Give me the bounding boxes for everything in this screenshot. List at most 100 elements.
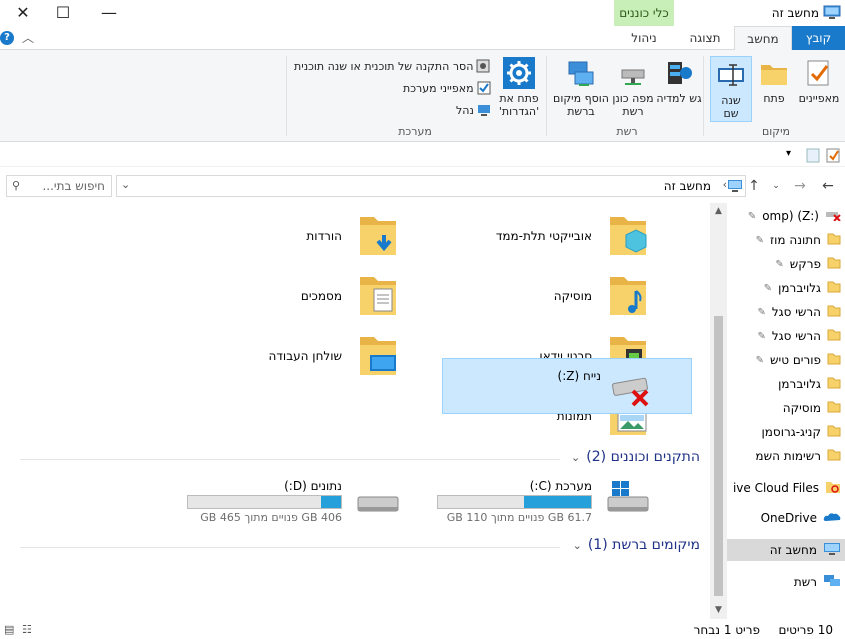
nav-item[interactable]: פרקש ✎ xyxy=(775,253,845,275)
up-arrow-icon[interactable]: ↑ xyxy=(744,176,764,196)
address-bar[interactable]: › מחשב זה ⌄ ↻ xyxy=(95,175,746,197)
folder-icon xyxy=(827,329,841,344)
documents-icon xyxy=(356,273,400,319)
folder-icon xyxy=(827,353,841,368)
nav-item[interactable]: OneDrive xyxy=(761,507,845,529)
add-network-location-button[interactable]: הוסף מיקום ברשת xyxy=(552,56,610,118)
section-title: התקנים וכוננים (2) xyxy=(586,449,700,465)
folder-documents[interactable]: מסמכים xyxy=(301,273,400,319)
open-settings-button[interactable]: פתח את 'הגדרות' xyxy=(496,56,542,118)
search-icon: ⚲ xyxy=(12,179,21,192)
nav-item[interactable]: מוסיקה xyxy=(783,397,845,419)
help-icon[interactable]: ? xyxy=(0,31,14,45)
nav-item[interactable]: הרשי סגל ✎ xyxy=(757,301,845,323)
status-bar: 10 פריטים פריט 1 נבחר ▤ ☷ xyxy=(0,619,845,639)
drive-usage-bar xyxy=(437,495,592,509)
close-icon: ✕ xyxy=(16,2,30,22)
manage-command[interactable]: נהל xyxy=(456,101,491,119)
folder-desktop[interactable]: שולחן העבודה xyxy=(269,333,400,379)
details-view-icon[interactable]: ▤ xyxy=(4,623,14,636)
minimize-button[interactable]: — xyxy=(86,0,132,24)
drive-info: מערכת (C:) 61.7 GB פנויים מתוך 110 GB xyxy=(437,479,592,524)
nav-item[interactable]: רשת xyxy=(794,571,845,593)
nav-item[interactable]: פורים טיש ✎ xyxy=(756,349,845,371)
drive-d[interactable]: נתונים (D:) 406 GB פנויים מתוך 465 GB xyxy=(187,479,400,524)
context-tab-label: כלי כוננים xyxy=(614,0,674,26)
back-arrow-icon[interactable]: ← xyxy=(818,176,838,196)
scroll-down-icon[interactable]: ▼ xyxy=(710,602,727,619)
tab-file[interactable]: קובץ xyxy=(792,26,845,50)
folder-music[interactable]: מוסיקה xyxy=(554,273,650,319)
nav-item[interactable]: הרשי סגל ✎ xyxy=(757,325,845,347)
title-bar: ✕ ☐ — כלי כוננים מחשב זה xyxy=(0,0,845,26)
uninstall-icon xyxy=(476,59,490,73)
tab-computer[interactable]: מחשב xyxy=(734,26,792,51)
collapse-chevron-icon[interactable]: ⌄ xyxy=(571,451,580,464)
this-pc-icon xyxy=(823,5,841,19)
drive-name: נתונים (D:) xyxy=(284,479,342,493)
disconnected-drive-icon xyxy=(825,209,841,224)
collapse-chevron-icon[interactable]: ⌄ xyxy=(573,539,582,552)
customize-qat-icon[interactable]: ▾ xyxy=(786,148,791,159)
network-drive-name: נייח (Z:) xyxy=(557,369,601,383)
properties-icon[interactable] xyxy=(826,148,841,163)
folder-3d-objects[interactable]: אובייקטי תלת-ממד xyxy=(496,213,650,259)
folder-icon xyxy=(827,305,841,320)
uninstall-program-command[interactable]: הסר התקנה של תוכנית או שנה תוכנית xyxy=(294,57,490,75)
map-drive-icon xyxy=(617,56,649,90)
drive-free-space: 406 GB פנויים מתוך 465 GB xyxy=(200,511,342,524)
section-header-network-locations[interactable]: מיקומים ברשת (1) ⌄ xyxy=(573,537,700,553)
system-properties-command[interactable]: מאפייני מערכת xyxy=(403,79,491,97)
3d-objects-icon xyxy=(606,213,650,259)
add-location-icon xyxy=(565,56,597,90)
nav-item-label: ive Cloud Files xyxy=(732,481,819,495)
folder-label: אובייקטי תלת-ממד xyxy=(495,229,592,243)
breadcrumb-chevron-icon[interactable]: › xyxy=(723,178,727,191)
drive-c[interactable]: מערכת (C:) 61.7 GB פנויים מתוך 110 GB xyxy=(437,479,650,524)
nav-item-label: omp) (Z:) xyxy=(762,209,819,223)
nav-item[interactable]: חתונה מוז ✎ xyxy=(756,229,845,251)
quick-access-toolbar: ▾ xyxy=(0,145,845,167)
scroll-up-icon[interactable]: ▲ xyxy=(710,203,727,220)
rename-label: שנה שם xyxy=(721,94,741,120)
open-label: פתח xyxy=(763,92,785,105)
nav-item[interactable]: גלויברמן xyxy=(778,373,845,395)
rename-button[interactable]: שנה שם xyxy=(710,56,752,122)
nav-item[interactable]: גלויברמן ✎ xyxy=(764,277,845,299)
access-media-button[interactable]: גש למדיה xyxy=(656,56,702,105)
section-header-devices[interactable]: התקנים וכוננים (2) ⌄ xyxy=(571,449,700,465)
recent-chevron-icon[interactable]: ⌄ xyxy=(766,176,786,196)
tab-view[interactable]: תצוגה xyxy=(676,26,734,50)
tab-manage[interactable]: ניהול xyxy=(614,26,674,50)
pin-icon: ✎ xyxy=(747,210,757,222)
nav-item[interactable]: רשימות השמ xyxy=(755,445,845,467)
address-dropdown-icon[interactable]: ⌄ xyxy=(121,178,130,191)
downloads-icon xyxy=(356,213,400,259)
nav-item-label: רשת xyxy=(793,575,817,589)
drive-usage-fill xyxy=(321,496,341,508)
properties-button[interactable]: מאפיינים xyxy=(796,56,842,105)
collapse-ribbon-icon[interactable]: ︿ xyxy=(22,29,34,46)
forward-arrow-icon[interactable]: → xyxy=(790,176,810,196)
folder-downloads[interactable]: הורדות xyxy=(306,213,400,259)
folder-icon xyxy=(827,425,841,440)
scroll-thumb[interactable] xyxy=(714,316,723,596)
nav-item[interactable]: omp) (Z:) ✎ xyxy=(748,205,845,227)
nav-item-label: הרשי סגל xyxy=(771,305,821,319)
nav-item[interactable]: מחשב זה xyxy=(727,539,845,561)
new-folder-icon[interactable] xyxy=(806,148,821,163)
open-button[interactable]: פתח xyxy=(756,56,792,105)
network-drive-z[interactable]: נייח (Z:) xyxy=(442,358,692,414)
map-network-drive-button[interactable]: מפה כונן רשת xyxy=(610,56,656,118)
maximize-button[interactable]: ☐ xyxy=(40,0,86,24)
pin-icon: ✎ xyxy=(757,306,766,318)
disconnected-drive-icon xyxy=(612,377,649,407)
nav-item[interactable]: ive Cloud Files xyxy=(733,477,845,499)
computer-management-icon xyxy=(477,105,490,116)
large-icons-view-icon[interactable]: ☷ xyxy=(22,623,32,636)
nav-item[interactable]: קניג-גרוסמן xyxy=(762,421,845,443)
settings-gear-icon xyxy=(503,56,535,90)
content-scrollbar[interactable]: ▲ ▼ xyxy=(710,203,727,619)
search-input[interactable] xyxy=(6,175,112,197)
navigation-bar: ← → ⌄ ↑ › מחשב זה ⌄ ↻ ⚲ xyxy=(0,172,845,200)
